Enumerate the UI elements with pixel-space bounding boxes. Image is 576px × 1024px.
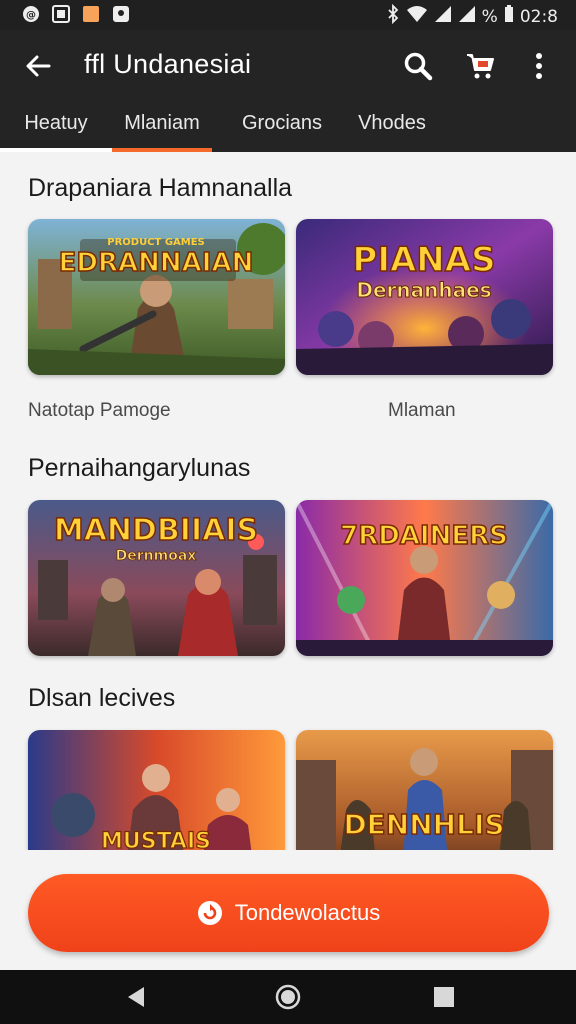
- tab-heatuy[interactable]: Heatuy: [0, 102, 112, 152]
- recents-square-icon[interactable]: [430, 983, 458, 1011]
- tab-mlaniam[interactable]: Mlaniam: [112, 102, 212, 152]
- back-arrow-icon[interactable]: [22, 50, 54, 82]
- card-banner: 7RDAINERS: [340, 521, 508, 551]
- active-tab-indicator: [112, 148, 212, 152]
- card-banner-top: PRODUCT GAMES: [107, 237, 205, 248]
- primary-action-button[interactable]: Tondewolactus: [28, 874, 549, 952]
- wifi-icon: [406, 5, 428, 28]
- signal-icon: [458, 5, 476, 28]
- card-banner: EDRANNAIAN: [59, 248, 254, 278]
- tab-underline: [0, 148, 112, 152]
- bluetooth-icon: [386, 3, 400, 29]
- card-banner: MANDBIIAIS: [54, 513, 258, 548]
- card-banner: PIANAS: [352, 240, 495, 280]
- game-card[interactable]: PRODUCT GAMES EDRANNAIAN: [28, 219, 285, 375]
- game-card[interactable]: 7RDAINERS: [296, 500, 553, 656]
- orange-square-icon: [82, 5, 100, 23]
- tab-vhodes[interactable]: Vhodes: [344, 102, 440, 152]
- home-circle-icon[interactable]: [274, 983, 302, 1011]
- signal-icon: [434, 5, 452, 28]
- status-icons-left: @: [22, 5, 130, 23]
- section-title: Pernaihangarylunas: [28, 454, 251, 482]
- card-banner-sub: Dernanhaes: [356, 278, 491, 302]
- tab-grocians[interactable]: Grocians: [230, 102, 334, 152]
- system-nav-bar: [0, 970, 576, 1024]
- primary-action-label: Tondewolactus: [234, 900, 381, 925]
- game-card[interactable]: MANDBIIAIS Dernmoax: [28, 500, 285, 656]
- card-banner: DENNHLIS: [343, 808, 504, 841]
- cart-icon[interactable]: [464, 50, 496, 82]
- game-card[interactable]: PIANAS Dernanhaes: [296, 219, 553, 375]
- back-triangle-icon[interactable]: [122, 983, 150, 1011]
- more-vert-icon[interactable]: [526, 50, 552, 82]
- app-bar: ffl Undanesiai: [0, 30, 576, 102]
- app-icon: @: [22, 5, 40, 23]
- svg-text:@: @: [26, 10, 36, 21]
- notification-icon: [112, 5, 130, 23]
- app-title: ffl Undanesiai: [84, 49, 252, 79]
- section-title: Drapaniara Hamnanalla: [28, 174, 293, 202]
- status-bar: @ % 02:8: [0, 0, 576, 30]
- refresh-icon: [197, 900, 223, 926]
- search-icon[interactable]: [402, 50, 434, 82]
- card-caption: Mlaman: [388, 400, 456, 421]
- battery-label: %: [481, 6, 498, 27]
- section-title: Dlsan lecives: [28, 684, 176, 712]
- tab-bar: Heatuy Mlaniam Grocians Vhodes: [0, 102, 576, 152]
- status-icons-right: % 02:8: [386, 3, 558, 29]
- status-time: 02:8: [519, 6, 558, 27]
- card-banner-sub: Dernmoax: [116, 548, 197, 564]
- card-caption: Natotap Pamoge: [28, 400, 171, 421]
- battery-icon: [504, 5, 514, 28]
- gallery-icon: [52, 5, 70, 23]
